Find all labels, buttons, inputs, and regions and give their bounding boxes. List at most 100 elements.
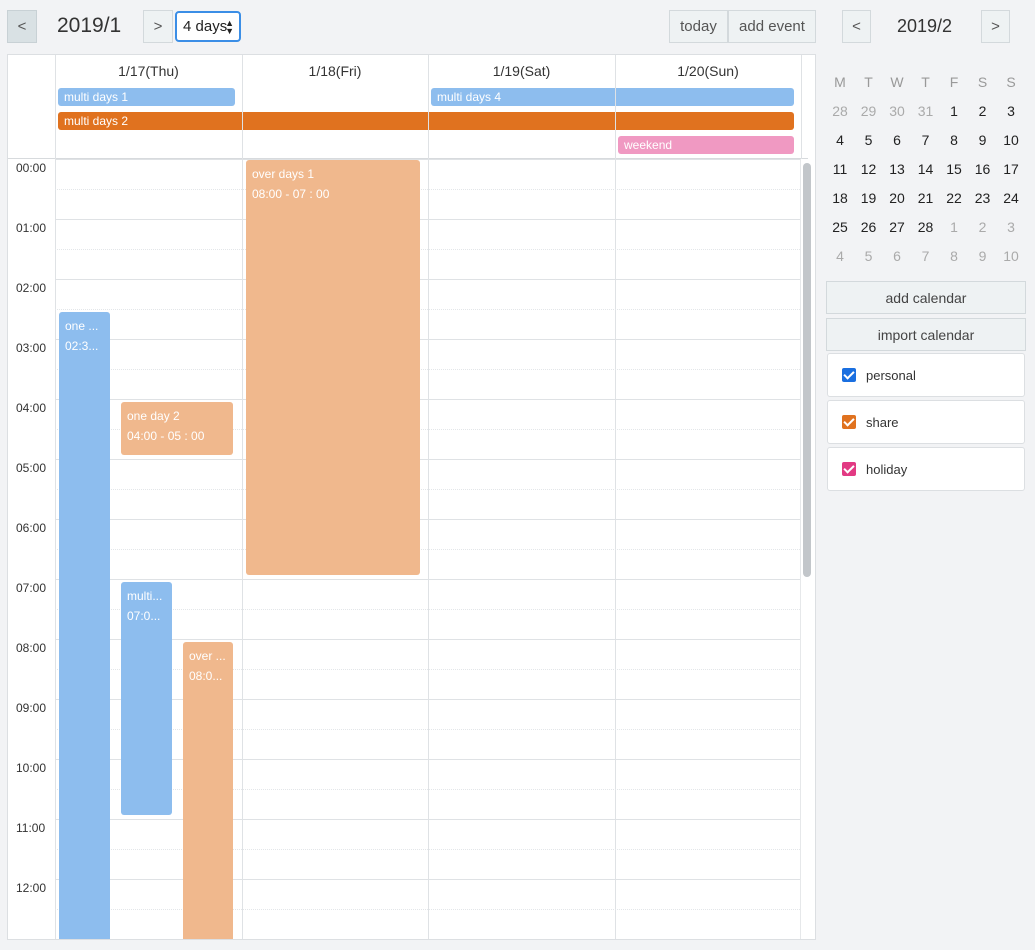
hour-line — [55, 219, 808, 220]
mini-calendar-day[interactable]: 6 — [883, 132, 911, 148]
allday-event[interactable]: multi days 1 — [58, 88, 235, 106]
mini-calendar-day[interactable]: 2 — [969, 103, 997, 119]
hour-line — [55, 399, 808, 400]
view-select[interactable]: 4 days ▲ ▼ — [175, 11, 241, 42]
mini-calendar-day[interactable]: 22 — [940, 190, 968, 206]
today-button[interactable]: today — [669, 10, 728, 43]
event-block[interactable]: over days 1 08:00 - 07 : 00 — [246, 160, 420, 575]
time-label: 09:00 — [16, 701, 47, 715]
day-header-thu[interactable]: 1/17(Thu) — [55, 63, 242, 79]
event-block[interactable]: multi... 07:0... — [121, 582, 172, 815]
mini-calendar-day[interactable]: 30 — [883, 103, 911, 119]
scrollbar-thumb[interactable] — [803, 163, 811, 577]
calendar-item-share[interactable]: share — [827, 400, 1025, 444]
week-calendar: 1/17(Thu) 1/18(Fri) 1/19(Sat) 1/20(Sun) … — [7, 54, 816, 940]
event-time: 08:0... — [189, 669, 223, 683]
mini-calendar-day[interactable]: 29 — [855, 103, 883, 119]
mini-calendar-day[interactable]: 2 — [969, 219, 997, 235]
event-title: one day 2 — [127, 409, 180, 423]
weekday-label: S — [1006, 74, 1016, 90]
mini-calendar-day[interactable]: 10 — [997, 248, 1025, 264]
weekday-label: M — [834, 74, 846, 90]
mini-month-title: 2019/2 — [897, 16, 953, 36]
add-calendar-button[interactable]: add calendar — [826, 281, 1026, 314]
mini-calendar-day[interactable]: 7 — [912, 248, 940, 264]
mini-calendar-day[interactable]: 4 — [826, 132, 854, 148]
mini-calendar-day[interactable]: 24 — [997, 190, 1025, 206]
mini-calendar-day[interactable]: 7 — [912, 132, 940, 148]
mini-calendar-day[interactable]: 20 — [883, 190, 911, 206]
event-title: multi... — [127, 589, 163, 603]
hour-line — [55, 819, 808, 820]
weekday-label: W — [890, 74, 904, 90]
mini-calendar-day[interactable]: 10 — [997, 132, 1025, 148]
half-hour-line — [55, 909, 808, 910]
hour-line — [55, 159, 808, 160]
mini-calendar-day[interactable]: 26 — [855, 219, 883, 235]
import-calendar-button[interactable]: import calendar — [826, 318, 1026, 351]
weekday-label: T — [921, 74, 930, 90]
mini-calendar-day[interactable]: 27 — [883, 219, 911, 235]
mini-calendar-day[interactable]: 19 — [855, 190, 883, 206]
half-hour-line — [55, 249, 808, 250]
mini-calendar-day[interactable]: 4 — [826, 248, 854, 264]
column-divider — [242, 55, 243, 939]
calendar-item-holiday[interactable]: holiday — [827, 447, 1025, 491]
add-event-button[interactable]: add event — [728, 10, 816, 43]
calendar-item-personal[interactable]: personal — [827, 353, 1025, 397]
allday-event[interactable]: multi days 4 — [431, 88, 794, 106]
event-block[interactable]: one day 2 04:00 - 05 : 00 — [121, 402, 233, 455]
half-hour-line — [55, 189, 808, 190]
mini-calendar-day[interactable]: 9 — [969, 248, 997, 264]
time-label: 01:00 — [16, 221, 47, 235]
mini-calendar-day[interactable]: 23 — [969, 190, 997, 206]
mini-calendar-day[interactable]: 16 — [969, 161, 997, 177]
mini-calendar-day[interactable]: 28 — [826, 103, 854, 119]
mini-calendar-day[interactable]: 8 — [940, 248, 968, 264]
next-month-button[interactable]: > — [143, 10, 173, 43]
mini-calendar-day[interactable]: 21 — [912, 190, 940, 206]
day-header-sun[interactable]: 1/20(Sun) — [615, 63, 801, 79]
mini-calendar-day[interactable]: 28 — [912, 219, 940, 235]
day-header-sat[interactable]: 1/19(Sat) — [428, 63, 615, 79]
mini-calendar-day[interactable]: 25 — [826, 219, 854, 235]
mini-calendar-day[interactable]: 8 — [940, 132, 968, 148]
event-block[interactable]: over ... 08:0... — [183, 642, 233, 939]
mini-calendar-day[interactable]: 15 — [940, 161, 968, 177]
prev-month-button[interactable]: < — [7, 10, 37, 43]
event-time: 07:0... — [127, 609, 161, 623]
mini-calendar-day[interactable]: 31 — [912, 103, 940, 119]
mini-calendar-day[interactable]: 13 — [883, 161, 911, 177]
checkbox-icon[interactable] — [842, 415, 856, 429]
mini-calendar-day[interactable]: 5 — [855, 248, 883, 264]
event-block[interactable]: one ... 02:3... — [59, 312, 110, 939]
column-divider — [615, 55, 616, 939]
mini-calendar-day[interactable]: 12 — [855, 161, 883, 177]
mini-calendar-day[interactable]: 3 — [997, 219, 1025, 235]
mini-calendar-day[interactable]: 9 — [969, 132, 997, 148]
mini-next-month-button[interactable]: > — [981, 10, 1010, 43]
mini-calendar-day[interactable]: 5 — [855, 132, 883, 148]
mini-prev-month-button[interactable]: < — [842, 10, 871, 43]
event-title: over days 1 — [252, 167, 315, 181]
half-hour-line — [55, 849, 808, 850]
mini-calendar-day[interactable]: 1 — [940, 219, 968, 235]
event-time: 08:00 - 07 : 00 — [252, 187, 330, 201]
checkbox-icon[interactable] — [842, 462, 856, 476]
mini-calendar-day[interactable]: 14 — [912, 161, 940, 177]
mini-calendar-day[interactable]: 18 — [826, 190, 854, 206]
allday-event[interactable]: multi days 2 — [58, 112, 794, 130]
time-label: 03:00 — [16, 341, 47, 355]
mini-calendar-day[interactable]: 6 — [883, 248, 911, 264]
mini-calendar-day[interactable]: 17 — [997, 161, 1025, 177]
calendar-name: holiday — [866, 461, 908, 477]
mini-calendar-day[interactable]: 1 — [940, 103, 968, 119]
day-header-fri[interactable]: 1/18(Fri) — [242, 63, 428, 79]
checkbox-icon[interactable] — [842, 368, 856, 382]
mini-calendar-day[interactable]: 3 — [997, 103, 1025, 119]
weekday-label: F — [949, 74, 959, 90]
hour-line — [55, 519, 808, 520]
allday-event[interactable]: weekend — [618, 136, 794, 154]
column-divider — [428, 55, 429, 939]
mini-calendar-day[interactable]: 11 — [826, 161, 854, 177]
